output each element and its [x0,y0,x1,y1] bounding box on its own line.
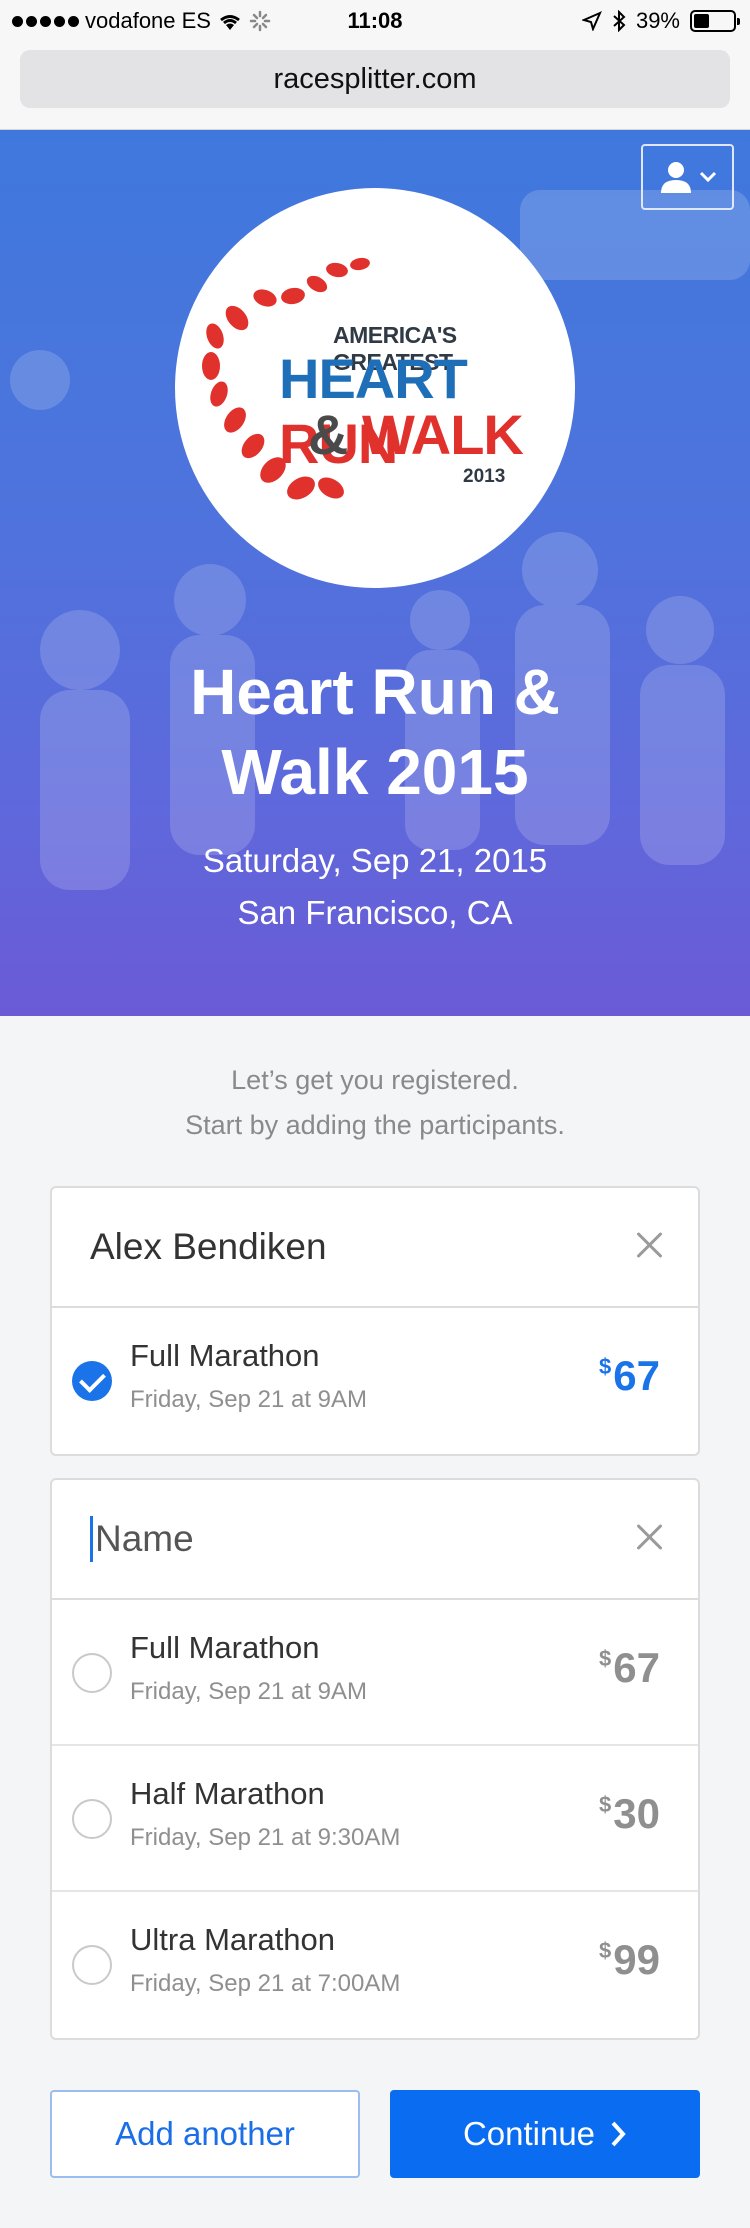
participant-card: Name Full Marathon Friday, Sep 21 at 9AM… [50,1478,700,2040]
race-price-value: 30 [613,1790,660,1837]
text-cursor [90,1516,93,1562]
event-title-line2: Walk 2015 [221,736,529,808]
race-option[interactable]: Full Marathon Friday, Sep 21 at 9AM $67 [52,1600,698,1746]
event-title: Heart Run & Walk 2015 [0,652,750,812]
race-time: Friday, Sep 21 at 7:00AM [130,1970,401,1997]
race-price-value: 67 [613,1644,660,1691]
race-price-value: 67 [613,1352,660,1399]
location-arrow-icon [581,11,602,31]
logo-and-walk: & WALK [308,402,524,467]
participant-name-input[interactable]: Name [52,1480,698,1600]
logo-heart-text: HEART [279,347,468,410]
race-option[interactable]: Half Marathon Friday, Sep 21 at 9:30AM $… [52,1746,698,1892]
continue-button[interactable]: Continue [390,2090,700,2178]
race-radio-checked[interactable] [72,1361,112,1401]
continue-label: Continue [462,2115,596,2152]
race-option[interactable]: Full Marathon Friday, Sep 21 at 9AM $67 [52,1308,698,1454]
race-option[interactable]: Ultra Marathon Friday, Sep 21 at 7:00AM … [52,1892,698,2038]
currency-symbol: $ [599,1354,612,1379]
race-name: Half Marathon [130,1776,325,1811]
currency-symbol: $ [599,1646,612,1671]
race-price-value: 99 [613,1936,660,1983]
race-price: $67 [599,1644,660,1692]
intro-line2: Start by adding the participants. [185,1110,565,1140]
name-placeholder: Name [95,1518,194,1559]
race-name: Ultra Marathon [130,1922,336,1957]
address-bar[interactable]: racesplitter.com [20,50,730,108]
race-radio[interactable] [72,1799,112,1839]
bluetooth-icon [613,10,626,32]
currency-symbol: $ [599,1938,612,1963]
account-menu-button[interactable] [641,144,734,210]
status-right: 39% [581,8,740,34]
race-radio[interactable] [72,1653,112,1693]
race-name: Full Marathon [130,1338,320,1373]
event-date: Saturday, Sep 21, 2015 [202,842,548,879]
chevron-down-icon [699,171,716,183]
browser-toolbar: racesplitter.com [0,42,750,130]
participant-card: Alex Bendiken Full Marathon Friday, Sep … [50,1186,700,1456]
race-time: Friday, Sep 21 at 9AM [130,1678,367,1705]
intro-line1: Let’s get you registered. [231,1065,519,1095]
battery-percent: 39% [635,8,680,33]
event-logo: AMERICA'S GREATEST HEART RUN & WALK 2013 [175,188,575,588]
add-another-button[interactable]: Add another [50,2090,360,2178]
logo-ampersand: & [308,403,348,466]
event-location: San Francisco, CA [237,894,513,931]
registration-intro: Let’s get you registered. Start by addin… [0,1058,750,1148]
race-price: $30 [599,1790,660,1838]
status-bar: vodafone ES 11:08 39% [0,0,750,42]
battery-icon [690,10,740,32]
race-price: $99 [599,1936,660,1984]
logo-walk-text: WALK [362,403,524,466]
event-hero: AMERICA'S GREATEST HEART RUN & WALK 2013… [0,130,750,1016]
race-price: $67 [599,1352,660,1400]
participant-name-text: Alex Bendiken [90,1226,327,1267]
close-icon[interactable] [634,1522,664,1552]
race-time: Friday, Sep 21 at 9AM [130,1386,367,1413]
user-icon [660,162,691,193]
logo-year: 2013 [463,466,506,487]
race-radio[interactable] [72,1945,112,1985]
close-icon[interactable] [634,1230,664,1260]
currency-symbol: $ [599,1792,612,1817]
event-title-line1: Heart Run & [190,656,560,728]
participant-name[interactable]: Alex Bendiken [52,1188,698,1308]
race-name: Full Marathon [130,1630,320,1665]
battery-fill [694,14,709,28]
chevron-right-icon [611,2121,626,2147]
race-time: Friday, Sep 21 at 9:30AM [130,1824,401,1851]
